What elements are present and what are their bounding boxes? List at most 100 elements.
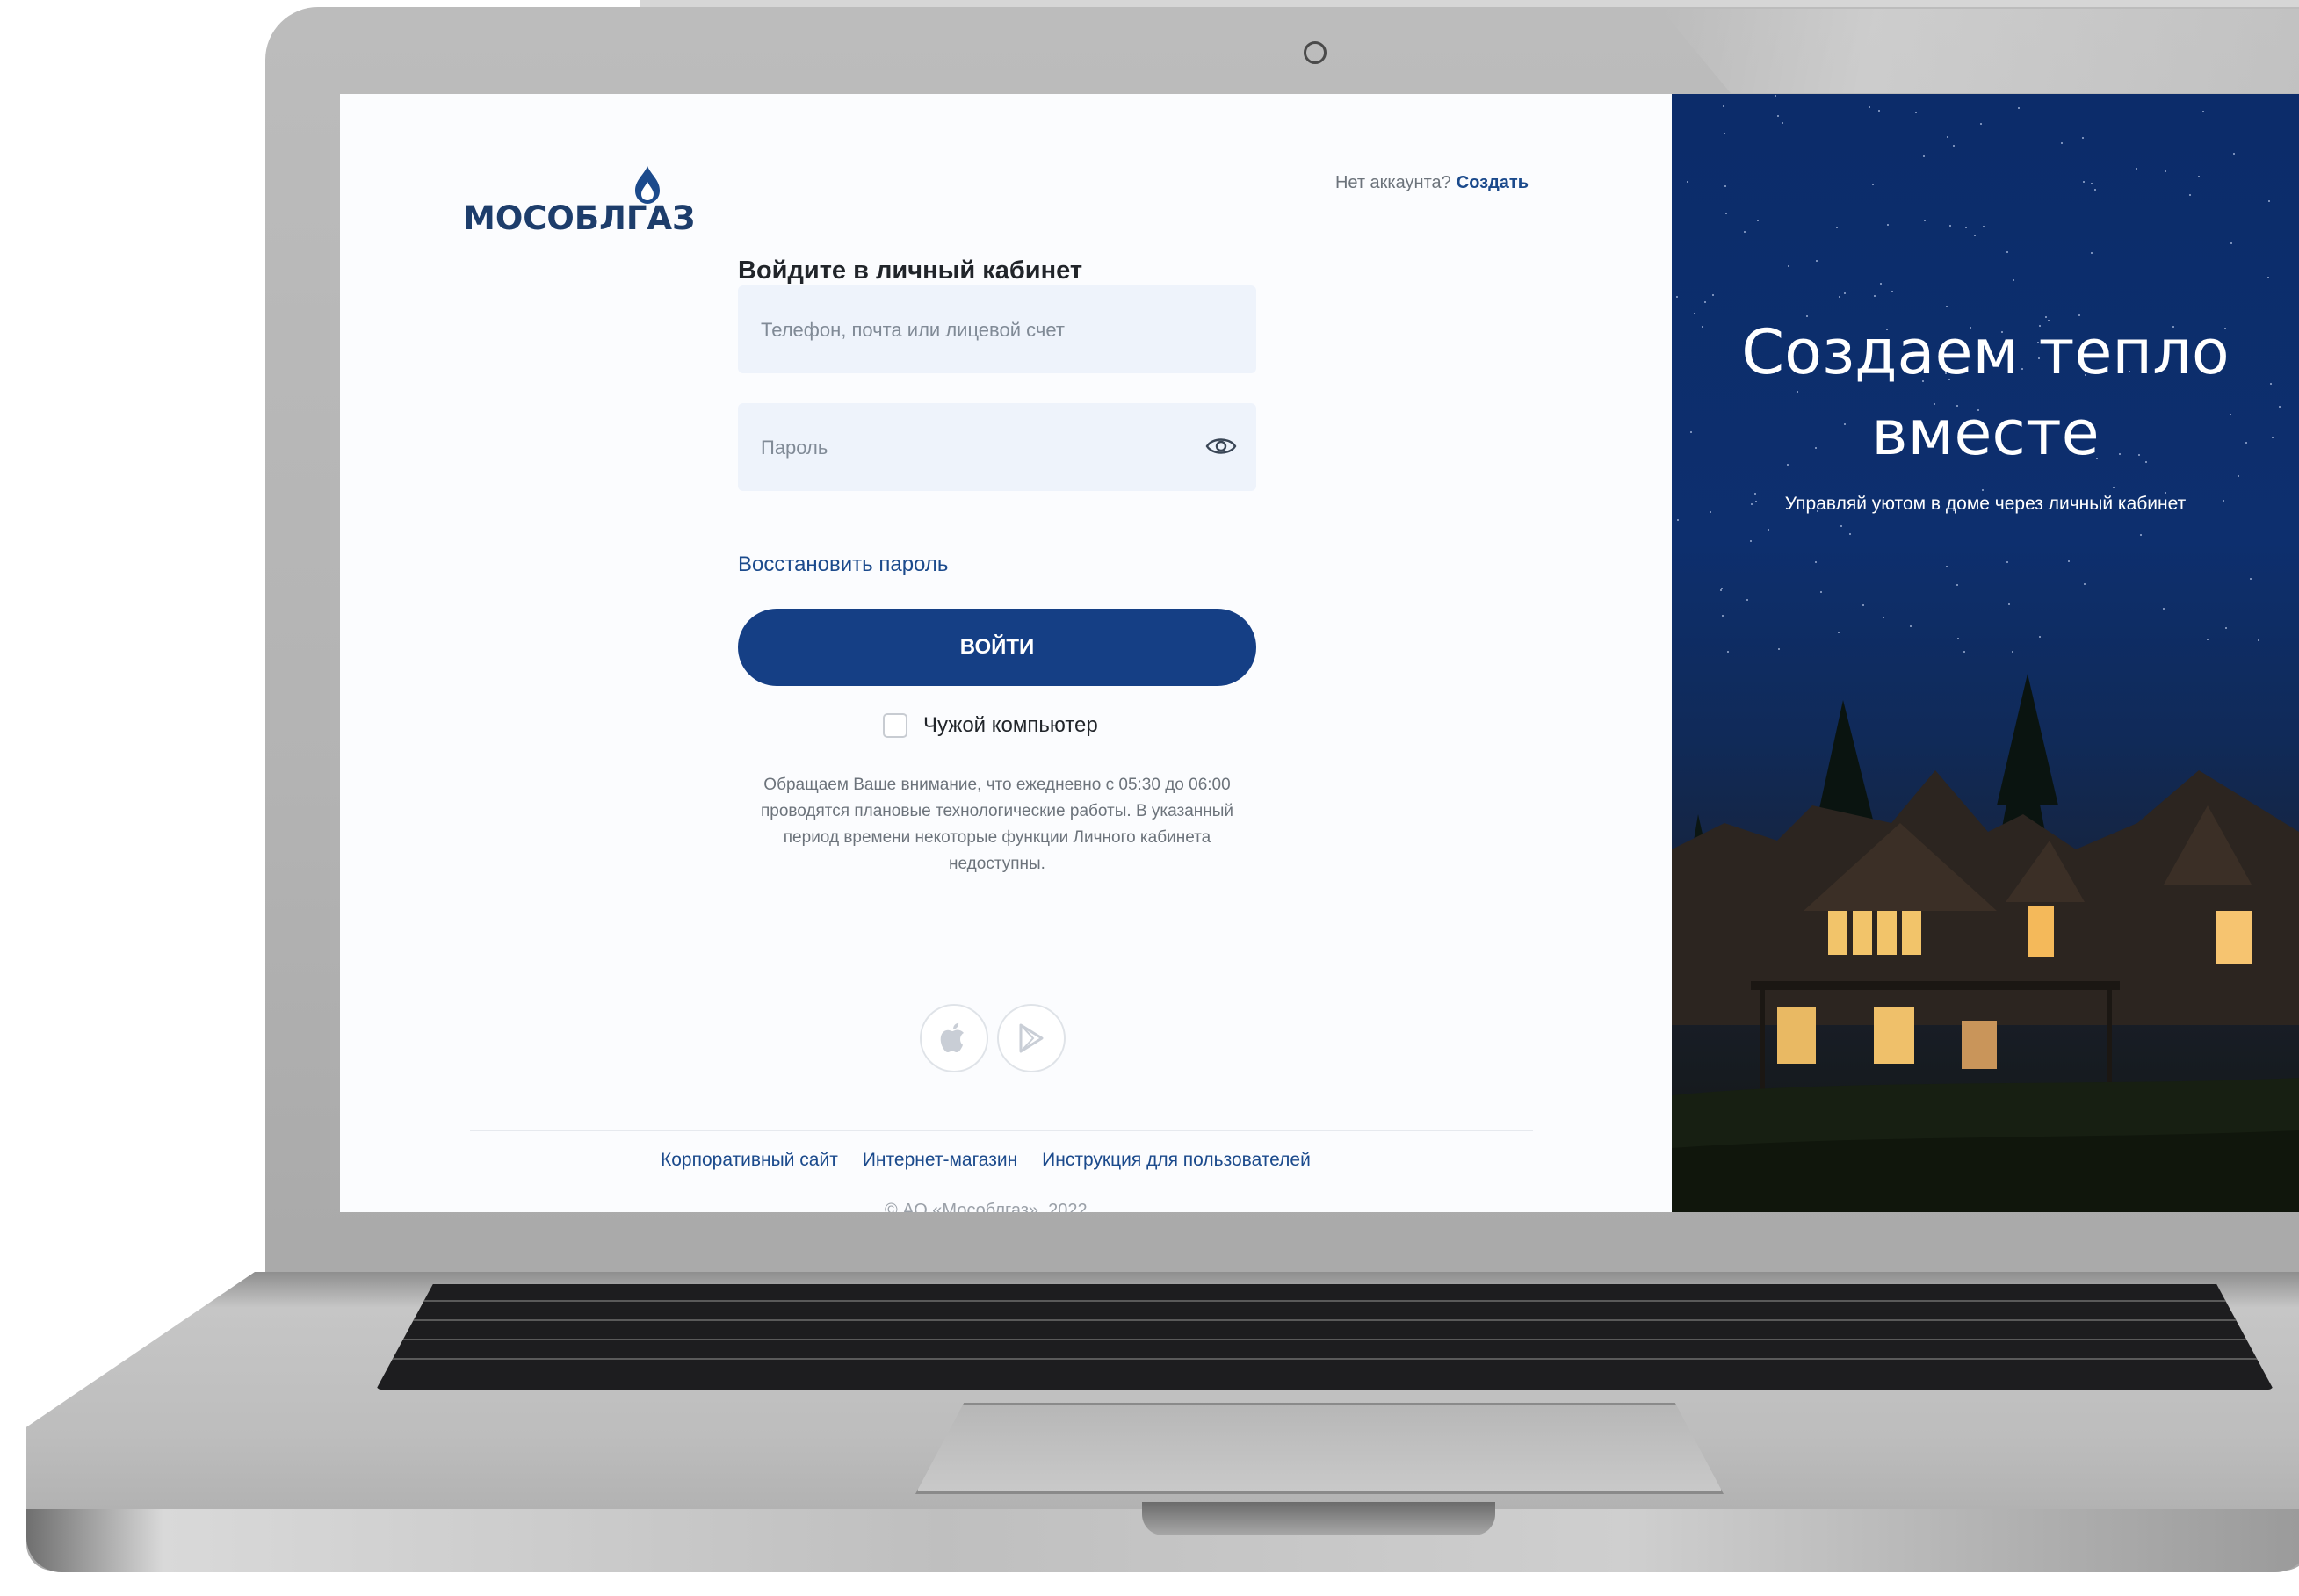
star <box>1839 296 1840 298</box>
star <box>2084 583 2086 585</box>
login-title: Войдите в личный кабинет <box>738 256 1083 285</box>
star <box>1782 122 1783 124</box>
star <box>1757 220 1759 221</box>
star <box>1947 136 1948 138</box>
star <box>2189 194 2191 196</box>
apple-icon <box>940 1022 964 1052</box>
star <box>1872 184 1874 185</box>
star <box>1956 584 1958 586</box>
star <box>2094 189 2096 191</box>
login-button[interactable]: ВОЙТИ <box>738 609 1256 686</box>
maintenance-notice: Обращаем Ваше внимание, что ежедневно с … <box>760 776 1234 873</box>
star <box>2202 111 2204 112</box>
star <box>2068 560 2070 562</box>
signup-prompt: Нет аккаунта? Создать <box>1335 173 1529 193</box>
star <box>1874 295 1876 297</box>
password-field[interactable]: Пароль <box>738 403 1256 491</box>
star <box>1744 231 1746 233</box>
star <box>2006 251 2008 253</box>
star <box>1883 617 1884 618</box>
star <box>1915 112 1917 113</box>
star <box>1965 227 1967 228</box>
foreign-computer-label: Чужой компьютер <box>923 713 1098 737</box>
star <box>1746 599 1748 601</box>
star <box>2268 200 2270 202</box>
star <box>2233 153 2235 155</box>
footer-link-corporate-site[interactable]: Корпоративный сайт <box>661 1150 838 1171</box>
star <box>1840 525 1842 527</box>
footer-links: Корпоративный сайт Интернет-магазин Инст… <box>661 1150 1311 1171</box>
star <box>1677 519 1679 521</box>
star <box>2061 142 2063 144</box>
no-account-text: Нет аккаунта? <box>1334 173 1451 192</box>
star <box>2250 578 2252 580</box>
star <box>1725 213 1727 214</box>
logo-text: МОСОБЛГАЗ <box>463 199 696 237</box>
google-play-icon <box>1019 1023 1044 1053</box>
star <box>1723 105 1724 107</box>
star <box>2082 137 2084 139</box>
star <box>1844 292 1846 294</box>
mosoblgaz-logo[interactable]: МОСОБЛГАЗ <box>463 164 695 243</box>
foreign-computer-option[interactable]: Чужой компьютер <box>883 713 1098 738</box>
star <box>2113 487 2115 488</box>
star <box>1887 224 1889 226</box>
login-field[interactable]: Телефон, почта или лицевой счет <box>738 285 1256 373</box>
star <box>1974 235 1976 236</box>
restore-password-link[interactable]: Восстановить пароль <box>738 552 948 577</box>
star <box>1923 155 1925 157</box>
star <box>2091 183 2093 184</box>
keyboard-row <box>376 1358 2274 1360</box>
star <box>2230 242 2232 244</box>
star <box>1750 540 1752 542</box>
footer-divider <box>470 1130 1533 1131</box>
star <box>2198 176 2200 177</box>
star <box>1880 283 1882 285</box>
star <box>1777 115 1779 117</box>
star <box>1836 227 1838 228</box>
star <box>1722 615 1724 617</box>
show-password-icon[interactable] <box>1205 433 1237 459</box>
login-pane: МОСОБЛГАЗ Нет аккаунта? Создать Войдите в… <box>340 94 1672 1212</box>
star <box>1946 306 1948 307</box>
star <box>1983 226 1985 227</box>
star <box>2018 107 2020 109</box>
trackpad <box>915 1403 1724 1494</box>
star <box>2238 475 2239 477</box>
star <box>1704 301 1706 303</box>
star <box>1815 561 1817 563</box>
camera-icon <box>1304 41 1327 64</box>
create-account-link[interactable]: Создать <box>1457 173 1529 192</box>
hero-title-line2: вместе <box>1871 397 2100 469</box>
star <box>1891 291 1893 292</box>
star <box>2165 170 2166 172</box>
lid-reflection <box>1660 9 2299 93</box>
app-store-button[interactable] <box>920 1004 988 1072</box>
star <box>1788 265 1789 267</box>
star <box>2163 608 2165 610</box>
hero-title-line1: Создаем тепло <box>1741 316 2230 388</box>
star <box>1862 604 1864 606</box>
star <box>2140 534 2142 536</box>
star <box>1946 566 1948 567</box>
hero-panel: Создаем тепло вместе Управляй уютом в до… <box>1672 94 2299 1212</box>
footer-link-online-store[interactable]: Интернет-магазин <box>863 1150 1017 1171</box>
star <box>1953 145 1955 147</box>
star <box>1768 529 1769 531</box>
star <box>1724 185 1726 187</box>
password-placeholder: Пароль <box>761 437 828 459</box>
star <box>1724 133 1725 134</box>
star <box>1820 591 1822 593</box>
keyboard-row <box>376 1339 2274 1340</box>
google-play-button[interactable] <box>997 1004 1066 1072</box>
laptop-notch <box>1142 1502 1495 1535</box>
hero-subtitle: Управляй уютом в доме через личный кабин… <box>1784 494 2187 514</box>
star <box>1720 589 1722 591</box>
star <box>1676 296 1678 298</box>
footer-link-user-guide[interactable]: Инструкция для пользователей <box>1042 1150 1311 1171</box>
keyboard-row <box>376 1319 2274 1321</box>
keyboard-row <box>376 1300 2274 1302</box>
star <box>1712 294 1714 296</box>
copyright: © АО «Мособлгаз», 2022 <box>885 1201 1088 1212</box>
foreign-computer-checkbox[interactable] <box>883 713 907 738</box>
